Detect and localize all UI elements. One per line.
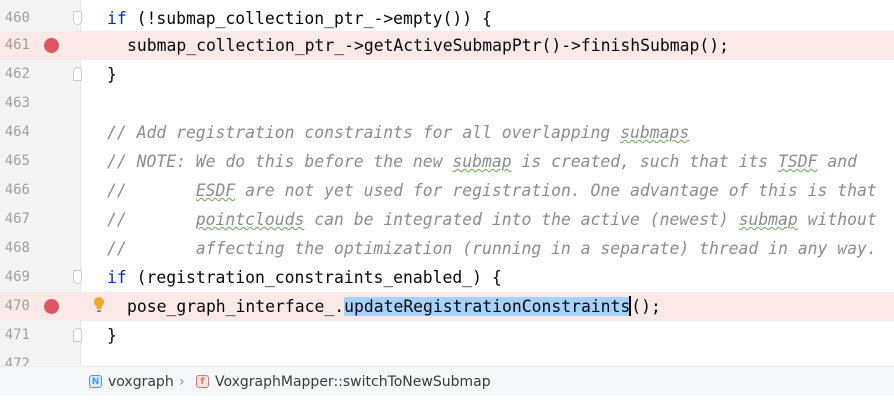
comment-fragment: can be integrated into the active (newes… [304, 210, 739, 229]
breakpoint-icon[interactable] [44, 38, 59, 53]
fold-toggle-icon[interactable] [73, 270, 82, 284]
spelling-warning: ESDF [195, 181, 236, 200]
code-line[interactable]: 468 // affecting the optimization (runni… [0, 234, 894, 263]
line-number[interactable]: 465 [0, 147, 30, 176]
spelling-warning: submap [452, 152, 512, 171]
line-number[interactable]: 464 [0, 118, 30, 147]
breadcrumb: N voxgraph › f VoxgraphMapper::switchToN… [0, 366, 894, 397]
code-line[interactable]: 463 [0, 89, 894, 118]
keyword: if [107, 9, 127, 28]
line-number[interactable]: 471 [0, 321, 30, 350]
breakpoint-icon[interactable] [44, 299, 59, 314]
line-number[interactable]: 470 [0, 292, 30, 321]
code-line-breakpoint[interactable]: 470 pose_graph_interface_.updateRegistra… [0, 292, 894, 321]
function-icon: f [196, 375, 209, 388]
code-fragment: (registration_constraints_enabled_) { [126, 268, 502, 287]
comment-fragment: // Add registration constraints for all … [107, 123, 621, 142]
comment-text: // Add registration constraints for all … [107, 118, 689, 147]
code-line[interactable]: 471 } [0, 321, 894, 350]
code-line[interactable]: 466 // ESDF are not yet used for registr… [0, 176, 894, 205]
namespace-icon: N [89, 375, 102, 388]
code-editor[interactable]: 460 if (!submap_collection_ptr_->empty()… [0, 0, 894, 366]
comment-fragment: and [817, 152, 858, 171]
comment-text: // NOTE: We do this before the new subma… [107, 147, 857, 176]
code-line[interactable]: 467 // pointclouds can be integrated int… [0, 205, 894, 234]
code-fragment: (); [631, 297, 661, 316]
breadcrumb-item-function[interactable]: VoxgraphMapper::switchToNewSubmap [215, 367, 491, 397]
code-line[interactable]: 465 // NOTE: We do this before the new s… [0, 147, 894, 176]
code-text: submap_collection_ptr_->getActiveSubmapP… [127, 36, 729, 55]
code-line[interactable]: 472 [0, 350, 894, 366]
spelling-warning: pointclouds [195, 210, 305, 229]
line-number[interactable]: 468 [0, 234, 30, 263]
comment-fragment: // [107, 210, 196, 229]
spelling-warning: TSDF [778, 152, 818, 171]
breadcrumb-separator: › [179, 374, 185, 390]
fold-end-icon[interactable] [73, 67, 82, 81]
code-text: pose_graph_interface_.updateRegistration… [127, 292, 661, 321]
status-strip [0, 396, 894, 400]
code-text: } [107, 326, 117, 345]
comment-text: // pointclouds can be integrated into th… [107, 205, 877, 234]
keyword: if [107, 268, 127, 287]
code-line-breakpoint[interactable]: 461 submap_collection_ptr_->getActiveSub… [0, 31, 894, 60]
code-line[interactable]: 460 if (!submap_collection_ptr_->empty()… [0, 4, 894, 33]
breadcrumb-item-voxgraph[interactable]: voxgraph [108, 367, 174, 397]
comment-fragment: // NOTE: We do this before the new [107, 152, 453, 171]
fold-toggle-icon[interactable] [73, 11, 82, 25]
line-number[interactable]: 463 [0, 89, 30, 118]
code-text: if (registration_constraints_enabled_) { [107, 263, 502, 292]
line-number[interactable]: 472 [0, 350, 30, 366]
comment-text: // ESDF are not yet used for registratio… [107, 176, 877, 205]
code-line[interactable]: 462 } [0, 60, 894, 89]
code-fragment: (!submap_collection_ptr_->empty()) { [126, 9, 492, 28]
line-number[interactable]: 467 [0, 205, 30, 234]
comment-fragment: is created, such that its [511, 152, 779, 171]
code-text: if (!submap_collection_ptr_->empty()) { [107, 4, 492, 33]
fold-end-icon[interactable] [73, 328, 82, 342]
line-number[interactable]: 469 [0, 263, 30, 292]
selected-text[interactable]: updateRegistrationConstraints [344, 297, 631, 316]
line-number[interactable]: 461 [0, 31, 30, 60]
line-number[interactable]: 460 [0, 4, 30, 33]
code-line[interactable]: 464 // Add registration constraints for … [0, 118, 894, 147]
line-number[interactable]: 466 [0, 176, 30, 205]
comment-fragment: // [107, 181, 196, 200]
code-text: } [107, 65, 117, 84]
comment-text: // affecting the optimization (running i… [107, 239, 877, 258]
code-fragment: pose_graph_interface_. [127, 297, 345, 316]
spelling-warning: submaps [620, 123, 690, 142]
lightbulb-icon[interactable] [92, 296, 106, 314]
code-line[interactable]: 469 if (registration_constraints_enabled… [0, 263, 894, 292]
line-number[interactable]: 462 [0, 60, 30, 89]
comment-fragment: without [797, 210, 877, 229]
spelling-warning: submap [738, 210, 798, 229]
comment-fragment: are not yet used for registration. One a… [235, 181, 877, 200]
